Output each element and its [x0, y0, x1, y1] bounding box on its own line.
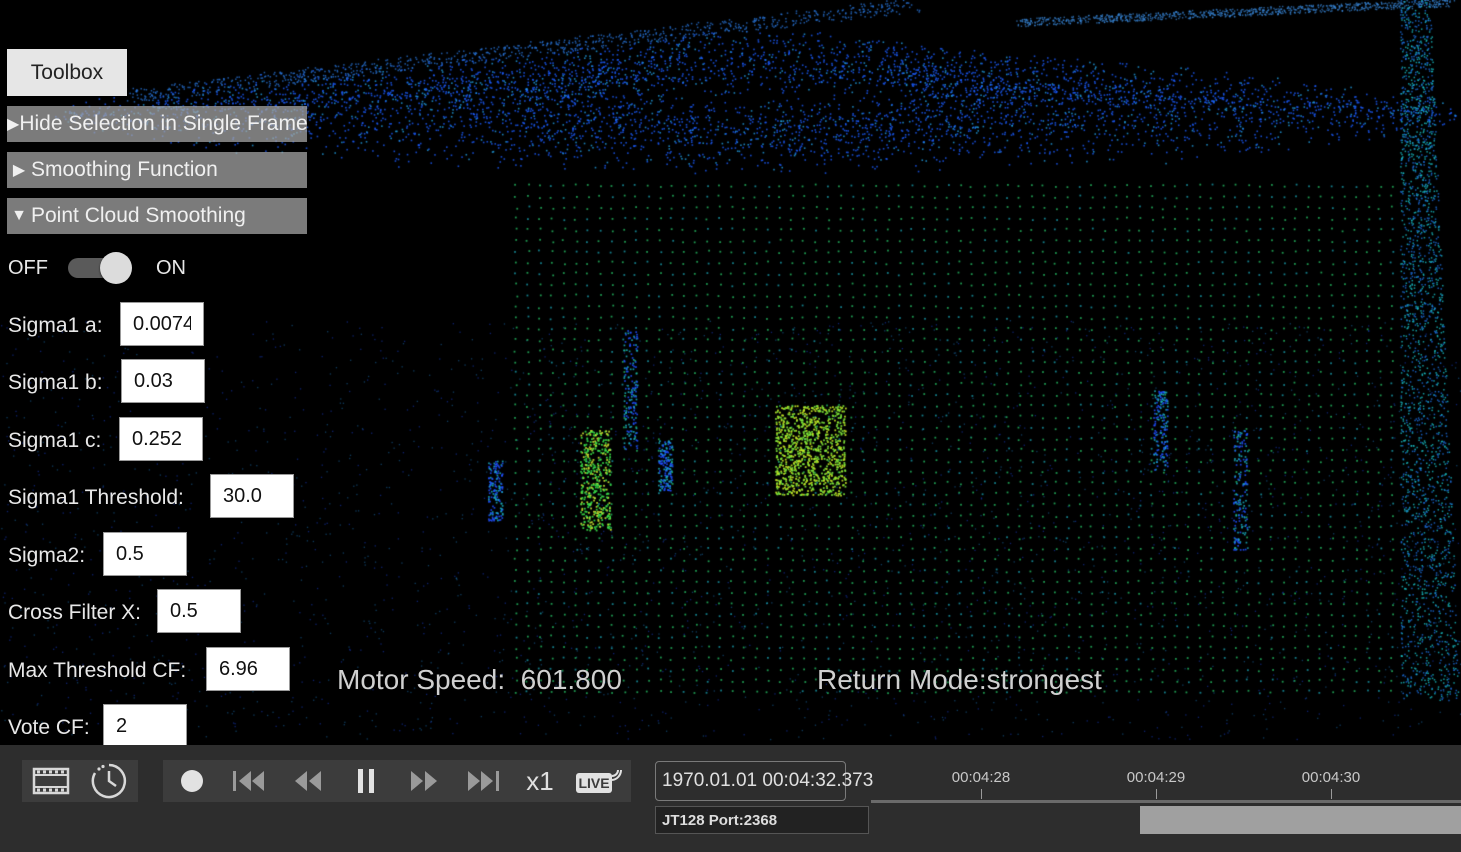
current-time-display[interactable]: 1970.01.01 00:04:32.373 — [655, 761, 873, 801]
param-label: Sigma1 b: — [8, 371, 103, 394]
record-icon — [181, 770, 203, 792]
live-icon-text: LIVE — [578, 775, 609, 791]
param-sigma1-threshold: Sigma1 Threshold: — [8, 474, 294, 520]
motor-speed-label: Motor Speed: — [337, 664, 506, 695]
view-mode-group — [22, 760, 138, 802]
current-time-text: 1970.01.01 00:04:32.373 — [662, 770, 874, 791]
section-label: Point Cloud Smoothing — [31, 204, 246, 227]
motor-speed-value: 601.800 — [520, 664, 622, 695]
transport-controls-group: x1 LIVE — [163, 760, 631, 802]
rewind-button[interactable] — [279, 760, 337, 802]
timeline-tick-mark — [1156, 789, 1157, 799]
rewind-icon — [295, 771, 321, 791]
skip-to-end-button[interactable] — [453, 760, 511, 802]
section-label: Hide Selection in Single Frame — [19, 112, 308, 135]
sigma1-c-input[interactable] — [119, 417, 203, 461]
motor-speed-readout: Motor Speed: 601.800 — [337, 664, 622, 696]
param-label: Max Threshold CF: — [8, 659, 187, 682]
device-port-text: JT128 Port:2368 — [662, 811, 778, 829]
param-label: Sigma1 c: — [8, 429, 102, 452]
skip-to-end-icon — [468, 771, 499, 791]
skip-to-start-icon — [233, 771, 264, 791]
live-icon: LIVE — [576, 769, 622, 793]
playback-bar: x1 LIVE 1970.01.01 00:04:32.373 JT128 Po… — [0, 745, 1461, 852]
collapse-arrow-icon: ▼ — [11, 207, 27, 224]
section-smoothing-function[interactable]: ▶ Smoothing Function — [7, 152, 307, 188]
timeline-tick-mark — [1331, 789, 1332, 799]
return-mode-readout: Return Mode:strongest — [817, 664, 1102, 696]
record-button[interactable] — [163, 760, 221, 802]
toolbox-button[interactable]: Toolbox — [7, 49, 127, 96]
section-point-cloud-smoothing[interactable]: ▼ Point Cloud Smoothing — [7, 198, 307, 234]
playback-speed-button[interactable]: x1 — [511, 760, 569, 802]
param-vote-cf: Vote CF: — [8, 704, 187, 745]
point-cloud-viewport[interactable]: Toolbox ▶ Hide Selection in Single Frame… — [0, 0, 1461, 745]
vote-cf-input[interactable] — [103, 704, 187, 745]
film-frame-icon — [32, 767, 70, 795]
param-cross-filter-x: Cross Filter X: — [8, 589, 241, 635]
param-label: Sigma2: — [8, 544, 86, 567]
return-mode-label: Return Mode: — [817, 664, 987, 695]
timeline-tick-label: 00:04:29 — [1126, 769, 1186, 786]
timeline-tick-mark — [981, 789, 982, 799]
param-label: Vote CF: — [8, 716, 90, 739]
live-button[interactable]: LIVE — [569, 760, 627, 802]
param-label: Cross Filter X: — [8, 601, 142, 624]
param-label: Sigma1 a: — [8, 314, 103, 337]
max-threshold-cf-input[interactable] — [206, 647, 290, 691]
toggle-off-label: OFF — [8, 256, 48, 279]
smoothing-toggle-switch[interactable] — [68, 252, 134, 284]
clock-history-icon — [91, 763, 127, 799]
device-port-label: JT128 Port:2368 — [655, 806, 869, 834]
return-mode-value: strongest — [986, 664, 1102, 695]
sigma1-b-input[interactable] — [121, 359, 205, 403]
recorded-data-track[interactable] — [1140, 806, 1461, 834]
pause-icon — [358, 769, 374, 793]
sigma1-a-input[interactable] — [120, 302, 204, 346]
sigma1-threshold-input[interactable] — [210, 474, 294, 518]
time-view-button[interactable] — [80, 760, 138, 802]
timeline-scrubber[interactable] — [871, 800, 1461, 803]
toggle-on-label: ON — [156, 256, 186, 279]
frame-view-button[interactable] — [22, 760, 80, 802]
param-sigma1-b: Sigma1 b: — [8, 359, 205, 405]
param-sigma1-a: Sigma1 a: — [8, 302, 204, 348]
section-label: Smoothing Function — [31, 158, 218, 181]
timeline-tick-label: 00:04:30 — [1301, 769, 1361, 786]
fast-forward-icon — [411, 771, 437, 791]
timeline-tick-label: 00:04:28 — [951, 769, 1011, 786]
pause-button[interactable] — [337, 760, 395, 802]
playback-speed-label: x1 — [526, 765, 554, 796]
toggle-knob[interactable] — [100, 252, 132, 284]
section-hide-selection[interactable]: ▶ Hide Selection in Single Frame — [7, 106, 308, 142]
expand-arrow-icon: ▶ — [12, 162, 26, 179]
expand-arrow-icon: ▶ — [7, 116, 20, 133]
param-max-threshold-cf: Max Threshold CF: — [8, 647, 290, 693]
skip-to-start-button[interactable] — [221, 760, 279, 802]
param-sigma2: Sigma2: — [8, 532, 187, 578]
param-sigma1-c: Sigma1 c: — [8, 417, 203, 463]
smoothing-toggle-row: OFF ON — [8, 252, 186, 284]
sigma2-input[interactable] — [103, 532, 187, 576]
param-label: Sigma1 Threshold: — [8, 486, 184, 509]
fast-forward-button[interactable] — [395, 760, 453, 802]
cross-filter-x-input[interactable] — [157, 589, 241, 633]
